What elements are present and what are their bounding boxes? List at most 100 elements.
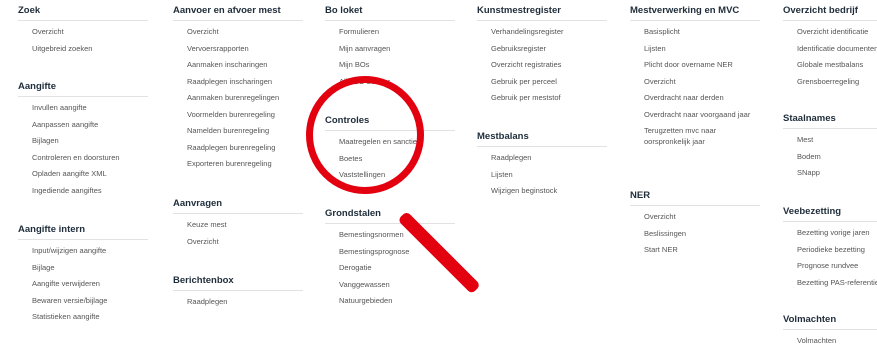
menu-link[interactable]: Raadplegen (173, 294, 303, 311)
menu-link[interactable]: Ingediende aangiftes (18, 183, 148, 200)
menu-link[interactable]: Formulieren (325, 24, 455, 41)
section-title: NER (630, 187, 760, 206)
section-aangifte-intern: Aangifte intern Input/wijzigen aangifte … (18, 221, 148, 326)
section-title: Overzicht bedrijf (783, 2, 877, 21)
section-grondstalen: Grondstalen Bemestingsnormen Bemestingsp… (325, 205, 455, 310)
menu-link[interactable]: Opladen aangifte XML (18, 166, 148, 183)
menu-link[interactable]: Aanmaken burenregelingen (173, 90, 303, 107)
section-title: Mestbalans (477, 128, 607, 147)
menu-link[interactable]: Beslissingen (630, 226, 760, 243)
section-title: Bo loket (325, 2, 455, 21)
menu-link[interactable]: Natuurgebieden (325, 293, 455, 310)
menu-link[interactable]: Lijsten (630, 41, 760, 58)
menu-link[interactable]: Volmachten (783, 333, 877, 350)
section-title: Kunstmestregister (477, 2, 607, 21)
section-mestbalans: Mestbalans Raadplegen Lijsten Wijzigen b… (477, 128, 607, 200)
menu-link[interactable]: Exporteren burenregeling (173, 156, 303, 173)
menu-link[interactable]: Vaststellingen (325, 167, 455, 184)
section-title: Volmachten (783, 311, 877, 330)
menu-link[interactable]: Overzicht registraties (477, 57, 607, 74)
section-aanvoer-afvoer-mest: Aanvoer en afvoer mest Overzicht Vervoer… (173, 2, 303, 173)
menu-link[interactable]: Input/wijzigen aangifte (18, 243, 148, 260)
menu-link[interactable]: Overzicht (630, 209, 760, 226)
menu-link[interactable]: Overzicht (630, 74, 760, 91)
menu-link[interactable]: Aanmaken inscharingen (173, 57, 303, 74)
section-veebezetting: Veebezetting Bezetting vorige jaren Peri… (783, 203, 877, 291)
menu-link[interactable]: Keuze mest (173, 217, 303, 234)
menu-link[interactable]: Identificatie documenten (783, 41, 877, 58)
menu-link[interactable]: Alle BO-beheer (325, 74, 455, 91)
section-berichtenbox: Berichtenbox Raadplegen (173, 272, 303, 311)
menu-link[interactable]: Raadplegen inscharingen (173, 74, 303, 91)
menu-link[interactable]: Grensboerregeling (783, 74, 877, 91)
menu-link[interactable]: Overzicht (173, 24, 303, 41)
section-aanvragen: Aanvragen Keuze mest Overzicht (173, 195, 303, 250)
section-aangifte: Aangifte Invullen aangifte Aanpassen aan… (18, 78, 148, 199)
section-title: Staalnames (783, 110, 877, 129)
menu-link[interactable]: Bemestingsprognose (325, 244, 455, 261)
menu-link[interactable]: SNapp (783, 165, 877, 182)
menu-link[interactable]: Bodem (783, 149, 877, 166)
section-title: Aanvoer en afvoer mest (173, 2, 303, 21)
menu-link[interactable]: Overzicht (173, 234, 303, 251)
menu-link[interactable]: Bezetting PAS-referentie (783, 275, 877, 292)
menu-link[interactable]: Verhandelingsregister (477, 24, 607, 41)
menu-link[interactable]: Basisplicht (630, 24, 760, 41)
section-title: Grondstalen (325, 205, 455, 224)
menu-link[interactable]: Derogatie (325, 260, 455, 277)
menu-link[interactable]: Namelden burenregeling (173, 123, 303, 140)
menu-link[interactable]: Wijzigen beginstock (477, 183, 607, 200)
menu-link[interactable]: Mijn BOs (325, 57, 455, 74)
menu-link[interactable]: Invullen aangifte (18, 100, 148, 117)
menu-link[interactable]: Start NER (630, 242, 760, 259)
menu-link[interactable]: Voormelden burenregeling (173, 107, 303, 124)
menu-link[interactable]: Overdracht naar derden (630, 90, 760, 107)
section-controles: Controles Maatregelen en sancties Boetes… (325, 112, 455, 184)
menu-link[interactable]: Overzicht identificatie (783, 24, 877, 41)
menu-link[interactable]: Prognose rundvee (783, 258, 877, 275)
menu-link[interactable]: Bijlage (18, 260, 148, 277)
section-title: Mestverwerking en MVC (630, 2, 760, 21)
menu-link[interactable]: Bewaren versie/bijlage (18, 293, 148, 310)
menu-link[interactable]: Bijlagen (18, 133, 148, 150)
menu-link[interactable]: Overdracht naar voorgaand jaar (630, 107, 760, 123)
section-title: Aangifte (18, 78, 148, 97)
menu-link[interactable]: Plicht door overname NER (630, 57, 760, 74)
menu-link[interactable]: Raadplegen (477, 150, 607, 167)
menu-link[interactable]: Mest (783, 132, 877, 149)
menu-link[interactable]: Statistieken aangifte (18, 309, 148, 326)
section-title: Aanvragen (173, 195, 303, 214)
section-overzicht-bedrijf: Overzicht bedrijf Overzicht identificati… (783, 2, 877, 90)
section-ner: NER Overzicht Beslissingen Start NER (630, 187, 760, 259)
menu-link[interactable]: Lijsten (477, 167, 607, 184)
menu-link[interactable]: Maatregelen en sancties (325, 134, 455, 151)
menu-link[interactable]: Terugzetten mvc naar oorspronkelijk jaar (630, 123, 760, 150)
menu-link[interactable]: Aanpassen aangifte (18, 117, 148, 134)
section-kunstmestregister: Kunstmestregister Verhandelingsregister … (477, 2, 607, 107)
menu-link[interactable]: Globale mestbalans (783, 57, 877, 74)
menu-link[interactable]: Raadplegen burenregeling (173, 140, 303, 157)
menu-link[interactable]: Bemestingsnormen (325, 227, 455, 244)
section-title: Berichtenbox (173, 272, 303, 291)
menu-link[interactable]: Gebruiksregister (477, 41, 607, 58)
section-title: Veebezetting (783, 203, 877, 222)
menu-link[interactable]: Boetes (325, 151, 455, 168)
section-volmachten: Volmachten Volmachten (783, 311, 877, 350)
section-zoek: Zoek Overzicht Uitgebreid zoeken (18, 2, 148, 57)
section-title: Aangifte intern (18, 221, 148, 240)
menu-link[interactable]: Vanggewassen (325, 277, 455, 294)
menu-link[interactable]: Gebruik per meststof (477, 90, 607, 107)
menu-link-overzicht[interactable]: Overzicht (18, 24, 148, 41)
menu-link[interactable]: Gebruik per perceel (477, 74, 607, 91)
section-title: Controles (325, 112, 455, 131)
section-staalnames: Staalnames Mest Bodem SNapp (783, 110, 877, 182)
section-mestverwerking-mvc: Mestverwerking en MVC Basisplicht Lijste… (630, 2, 760, 150)
menu-link[interactable]: Controleren en doorsturen (18, 150, 148, 167)
menu-link[interactable]: Aangifte verwijderen (18, 276, 148, 293)
menu-link[interactable]: Vervoersrapporten (173, 41, 303, 58)
menu-link[interactable]: Bezetting vorige jaren (783, 225, 877, 242)
menu-link-uitgebreid-zoeken[interactable]: Uitgebreid zoeken (18, 41, 148, 58)
menu-link[interactable]: Periodieke bezetting (783, 242, 877, 259)
section-title: Zoek (18, 2, 148, 21)
menu-link[interactable]: Mijn aanvragen (325, 41, 455, 58)
